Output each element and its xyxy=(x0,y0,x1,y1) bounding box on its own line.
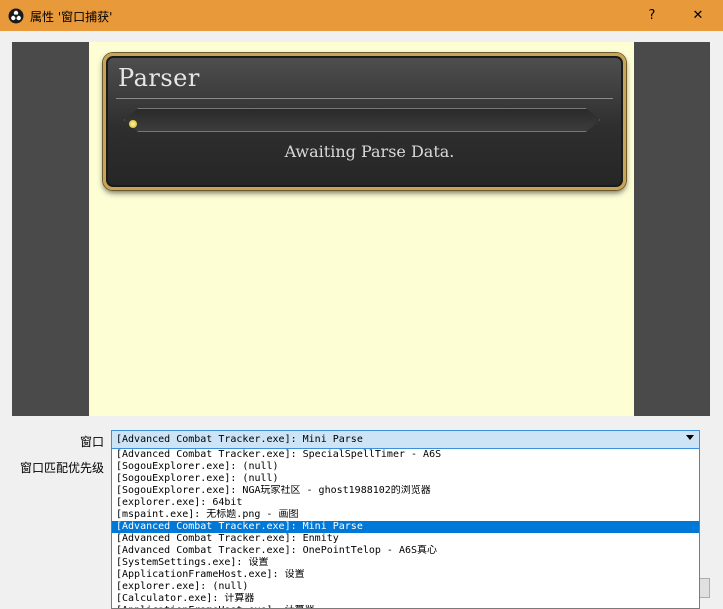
source-preview: Parser Awaiting Parse Data. xyxy=(12,42,710,416)
window-dropdown-list[interactable]: [Advanced Combat Tracker.exe]: SpecialSp… xyxy=(111,449,700,609)
dropdown-option[interactable]: [ApplicationFrameHost.exe]: 设置 xyxy=(112,569,699,581)
dropdown-option[interactable]: [explorer.exe]: (null) xyxy=(112,581,699,593)
dropdown-option[interactable]: [Advanced Combat Tracker.exe]: OnePointT… xyxy=(112,545,699,557)
parser-title: Parser xyxy=(118,64,200,92)
window-select[interactable]: [Advanced Combat Tracker.exe]: Mini Pars… xyxy=(111,430,700,449)
dropdown-option[interactable]: [explorer.exe]: 64bit xyxy=(112,497,699,509)
dropdown-option[interactable]: [mspaint.exe]: 无标题.png - 画图 xyxy=(112,509,699,521)
parser-status-text: Awaiting Parse Data. xyxy=(284,142,455,161)
dropdown-option[interactable]: [SogouExplorer.exe]: (null) xyxy=(112,461,699,473)
dropdown-option[interactable]: [Advanced Combat Tracker.exe]: SpecialSp… xyxy=(112,449,699,461)
window-field-label: 窗口 xyxy=(79,435,104,449)
dropdown-option[interactable]: [Calculator.exe]: 计算器 xyxy=(112,593,699,605)
parser-divider xyxy=(116,98,613,99)
dropdown-option[interactable]: [SogouExplorer.exe]: NGA玩家社区 - ghost1988… xyxy=(112,485,699,497)
dropdown-option[interactable]: [Advanced Combat Tracker.exe]: Enmity xyxy=(112,533,699,545)
captured-window-preview: Parser Awaiting Parse Data. xyxy=(89,42,634,416)
chevron-down-icon[interactable] xyxy=(686,435,694,440)
parser-indicator-icon xyxy=(129,120,137,128)
partial-button[interactable] xyxy=(700,578,710,598)
dropdown-option[interactable]: [ApplicationFrameHost.exe]: 计算器 xyxy=(112,605,699,608)
dropdown-option[interactable]: [Advanced Combat Tracker.exe]: Mini Pars… xyxy=(112,521,699,533)
help-button[interactable]: ? xyxy=(629,0,675,31)
title-bar: 属性 '窗口捕获' ? ✕ xyxy=(0,0,723,31)
parser-progress-bar xyxy=(124,108,600,132)
parser-overlay-panel: Parser Awaiting Parse Data. xyxy=(103,53,626,190)
dropdown-option[interactable]: [SystemSettings.exe]: 设置 xyxy=(112,557,699,569)
window-title: 属性 '窗口捕获' xyxy=(30,10,113,24)
obs-logo-icon xyxy=(8,8,24,24)
dropdown-option[interactable]: [SogouExplorer.exe]: (null) xyxy=(112,473,699,485)
window-match-priority-label: 窗口匹配优先级 xyxy=(19,461,104,475)
close-button[interactable]: ✕ xyxy=(675,0,721,31)
